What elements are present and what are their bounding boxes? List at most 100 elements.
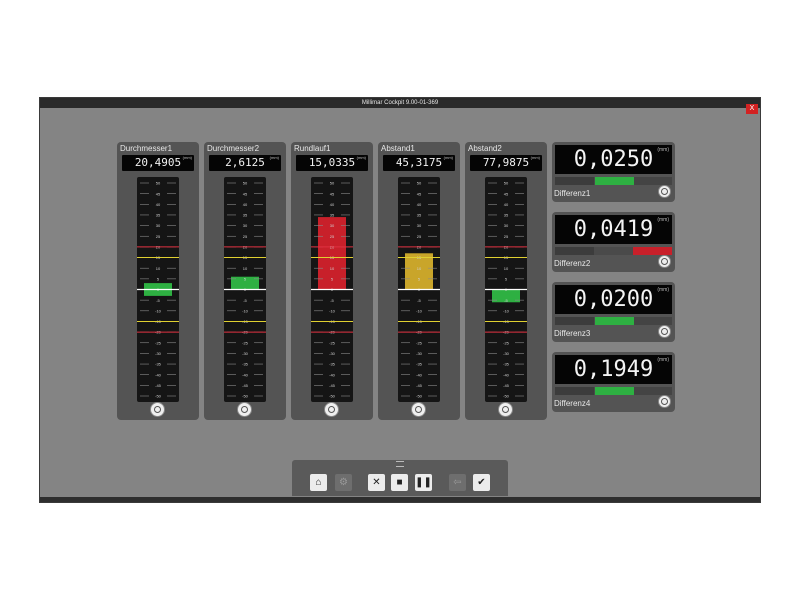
scale-label: 25 [243,234,248,239]
scale-label: -35 [155,362,162,367]
difference-indicator [555,387,672,395]
difference-value-text: 0,1949 [573,357,654,382]
scale-label: 10 [417,266,422,271]
scale-label: -40 [329,372,336,377]
difference-panel: 0,1949 (mm) Differenz4 [552,352,675,412]
unit-label: (mm) [657,287,669,293]
bar-gauge: 50454035302520151050-5-10-15-20-25-30-35… [398,177,440,402]
bar-gauge: 50454035302520151050-5-10-15-20-25-30-35… [485,177,527,402]
toolbar: ⌂ ⚙ ✕ ■ ❚❚ ⇦ ✔ [292,460,508,496]
gauge-scale: 50454035302520151050-5-10-15-20-25-30-35… [485,181,527,399]
difference-indicator [555,247,672,255]
pause-icon[interactable]: ❚❚ [415,474,432,491]
target-icon[interactable] [411,402,426,417]
scale-label: 40 [243,202,248,207]
target-icon[interactable] [658,185,671,198]
target-icon[interactable] [658,395,671,408]
scale-label: 10 [504,266,509,271]
scale-label: 50 [330,181,335,186]
scale-label: 45 [243,191,248,196]
scale-label: 10 [156,266,161,271]
scale-label: 30 [504,223,509,228]
unit-label: (mm) [657,357,669,363]
difference-value: 0,0200 (mm) [555,285,672,314]
scale-label: -50 [503,394,510,399]
difference-value: 0,1949 (mm) [555,355,672,384]
unit-label: (mm) [657,147,669,153]
scale-label: 40 [156,202,161,207]
scale-label: -45 [503,383,510,388]
scale-label: -10 [155,308,162,313]
indicator-active-segment [595,177,634,185]
indicator-segment [555,317,594,325]
indicator-segment [555,177,594,185]
home-icon[interactable]: ⌂ [310,474,327,491]
difference-value: 0,0250 (mm) [555,145,672,174]
measurement-value: 45,3175 (mm) [383,155,455,171]
unit-label: (mm) [443,155,453,160]
scale-label: 5 [505,276,508,281]
difference-value-text: 0,0200 [573,287,654,312]
target-icon[interactable] [324,402,339,417]
difference-value: 0,0419 (mm) [555,215,672,244]
gauge-title: Abstand1 [381,144,415,153]
scale-label: 35 [417,213,422,218]
measurement-value: 15,0335 (mm) [296,155,368,171]
gauge-title: Rundlauf1 [294,144,331,153]
scale-label: 35 [504,213,509,218]
scale-label: -50 [416,394,423,399]
difference-label: Differenz3 [554,329,591,338]
indicator-active-segment [595,387,634,395]
target-icon[interactable] [658,255,671,268]
measurement-value: 77,9875 (mm) [470,155,542,171]
target-icon[interactable] [498,402,513,417]
scale-label: 25 [417,234,422,239]
scale-label: 30 [417,223,422,228]
scale-label: 50 [156,181,161,186]
indicator-segment [594,247,633,255]
stop-icon[interactable]: ■ [391,474,408,491]
scale-label: -30 [242,351,249,356]
measurement-value-text: 2,6125 [225,156,265,169]
scale-label: -50 [329,394,336,399]
difference-value-text: 0,0419 [573,217,654,242]
gauge-scale: 50454035302520151050-5-10-15-20-25-30-35… [398,181,440,399]
confirm-icon[interactable]: ✔ [473,474,490,491]
scale-label: -25 [503,340,510,345]
scale-label: -40 [416,372,423,377]
target-icon[interactable] [658,325,671,338]
unit-label: (mm) [657,217,669,223]
close-window-button[interactable]: X [746,104,758,114]
scale-label: -30 [416,351,423,356]
scale-label: -50 [242,394,249,399]
scale-label: 35 [156,213,161,218]
gauge-title: Abstand2 [468,144,502,153]
scale-label: -45 [416,383,423,388]
scale-label: -10 [416,308,423,313]
export-icon[interactable]: ⇦ [449,474,466,491]
scale-label: -25 [155,340,162,345]
indicator-active-segment [595,317,634,325]
scale-label: 30 [330,223,335,228]
toolbar-drag-handle[interactable] [396,461,404,467]
gauge-panel: Abstand2 77,9875 (mm) 504540353025201510… [465,142,547,420]
gauge-title: Durchmesser2 [207,144,260,153]
unit-label: (mm) [530,155,540,160]
scale-label: -45 [155,383,162,388]
scale-label: 35 [243,213,248,218]
settings-icon[interactable]: ⚙ [335,474,352,491]
scale-label: -40 [155,372,162,377]
scale-label: -35 [329,362,336,367]
bar-gauge: 50454035302520151050-5-10-15-20-25-30-35… [311,177,353,402]
app-window: Millimar Cockpit 9.00-01-369 X Durchmess… [39,97,761,503]
scale-label: -30 [503,351,510,356]
scale-label: -50 [155,394,162,399]
indicator-segment [555,387,594,395]
scale-label: 40 [504,202,509,207]
unit-label: (mm) [269,155,279,160]
target-icon[interactable] [150,402,165,417]
target-icon[interactable] [237,402,252,417]
scale-label: 50 [504,181,509,186]
difference-label: Differenz2 [554,259,591,268]
close-icon[interactable]: ✕ [368,474,385,491]
